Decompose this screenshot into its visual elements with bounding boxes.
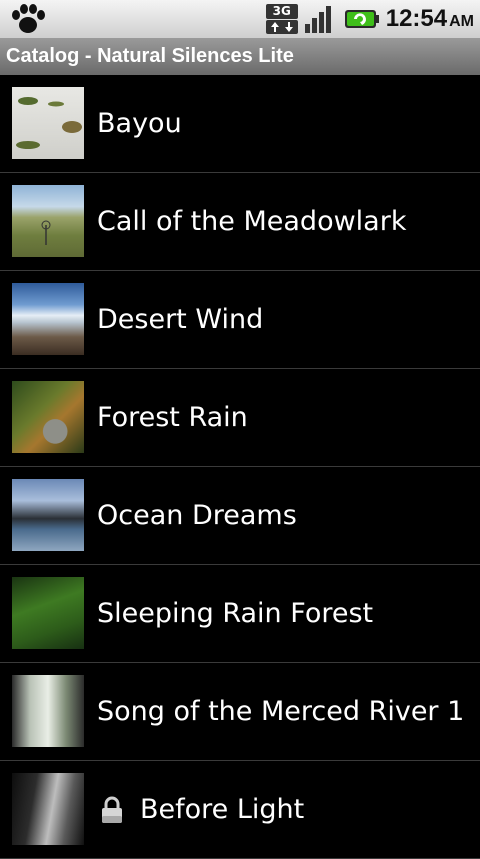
list-item-label: Bayou: [97, 108, 182, 139]
battery-charging-icon: [344, 10, 379, 28]
list-item-forest-rain[interactable]: Forest Rain: [0, 369, 480, 467]
list-item-bayou[interactable]: Bayou: [0, 75, 480, 173]
list-item-before-light[interactable]: Before Light: [0, 761, 480, 859]
merced-river-thumbnail: [12, 675, 84, 747]
list-item-sleeping-rain-forest[interactable]: Sleeping Rain Forest: [0, 565, 480, 663]
meadowlark-thumbnail: [12, 185, 84, 257]
forest-rain-thumbnail: [12, 381, 84, 453]
title-bar: Catalog - Natural Silences Lite: [0, 38, 480, 75]
clock-ampm: AM: [449, 13, 474, 30]
list-item-merced-river[interactable]: Song of the Merced River 1: [0, 663, 480, 761]
list-item-label: Song of the Merced River 1: [97, 696, 465, 727]
list-item-ocean-dreams[interactable]: Ocean Dreams: [0, 467, 480, 565]
list-item-label: Forest Rain: [97, 402, 248, 433]
status-clock: 12:54 AM: [386, 5, 474, 33]
list-item-label: Sleeping Rain Forest: [97, 598, 374, 629]
bayou-thumbnail: [12, 87, 84, 159]
list-item-desert-wind[interactable]: Desert Wind: [0, 271, 480, 369]
ocean-dreams-thumbnail: [12, 479, 84, 551]
paw-icon: [12, 4, 45, 33]
list-item-label: Before Light: [140, 794, 305, 825]
3g-icon: 3G: [265, 4, 298, 34]
before-light-thumbnail: [12, 773, 84, 845]
clock-time: 12:54: [385, 5, 448, 32]
list-item-label: Desert Wind: [97, 304, 264, 335]
catalog-list: Bayou Call of the Meadowlark Desert Wind…: [0, 75, 480, 859]
lock-icon: [102, 796, 122, 823]
list-item-meadowlark[interactable]: Call of the Meadowlark: [0, 173, 480, 271]
signal-icon: [304, 6, 331, 33]
sleeping-rain-forest-thumbnail: [12, 577, 84, 649]
list-item-label: Ocean Dreams: [97, 500, 297, 531]
list-item-label: Call of the Meadowlark: [97, 206, 407, 237]
status-bar: 3G 12:54 AM: [0, 0, 480, 38]
desert-wind-thumbnail: [12, 283, 84, 355]
page-title: Catalog - Natural Silences Lite: [6, 45, 294, 67]
